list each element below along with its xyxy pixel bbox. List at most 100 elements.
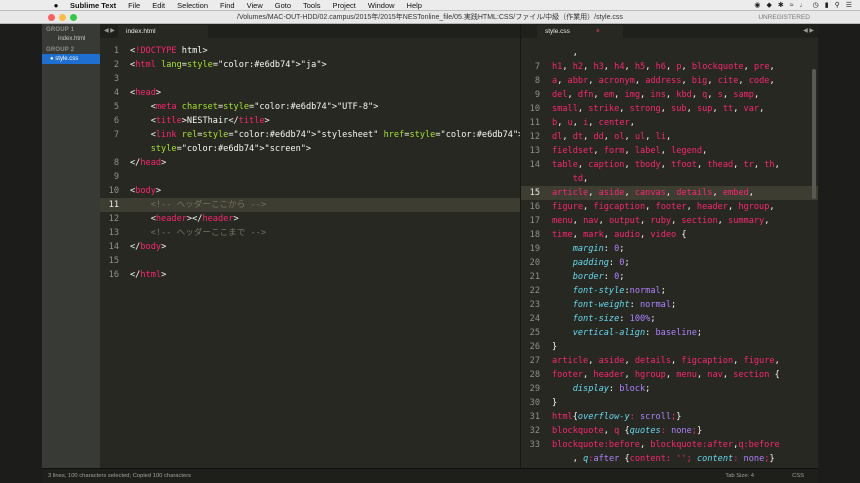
menu-find[interactable]: Find	[214, 0, 241, 11]
line-text: figure, figcaption, footer, header, hgro…	[552, 202, 775, 212]
line-text: font-style:normal;	[572, 286, 666, 296]
code-line[interactable]: 17 menu, nav, output, ruby, section, summ…	[521, 214, 818, 228]
code-line[interactable]: 4 <head>	[100, 86, 520, 100]
code-line[interactable]: 21 border: 0;	[521, 270, 818, 284]
code-line[interactable]: 12 dl, dt, dd, ol, ul, li,	[521, 130, 818, 144]
code-line[interactable]: 12 <header></header>	[100, 212, 520, 226]
line-number: 15	[529, 188, 540, 198]
code-line[interactable]: 25 vertical-align: baseline;	[521, 326, 818, 340]
code-line[interactable]: 3	[100, 72, 520, 86]
code-line[interactable]: 7 h1, h2, h3, h4, h5, h6, p, blockquote, …	[521, 60, 818, 74]
apple-icon[interactable]: ●	[48, 0, 64, 11]
code-line[interactable]: td,	[521, 172, 818, 186]
line-text: font-size: 100%;	[572, 314, 656, 324]
code-line[interactable]: 16 </html>	[100, 268, 520, 282]
line-number: 18	[529, 230, 540, 240]
close-tab-icon[interactable]: ×	[596, 28, 600, 35]
line-text: table, caption, tbody, tfoot, thead, tr,…	[552, 160, 780, 170]
unregistered-label: UNREGISTERED	[758, 14, 810, 21]
code-line[interactable]: 6 <title>NESThair</title>	[100, 114, 520, 128]
search-icon[interactable]: ⚲	[835, 0, 840, 11]
scrollbar[interactable]	[812, 69, 816, 199]
menu-help[interactable]: Help	[401, 0, 428, 11]
code-line[interactable]: 1 <!DOCTYPE html>	[100, 44, 520, 58]
code-line[interactable]: 33 blockquote:before, blockquote:after,q:…	[521, 438, 818, 452]
line-number: 10	[108, 186, 119, 196]
clock-icon[interactable]: ◷	[813, 0, 819, 11]
syntax-selector[interactable]: CSS	[792, 469, 804, 483]
code-line[interactable]: 31 html{overflow-y: scroll;}	[521, 410, 818, 424]
line-text: <title>NESThair</title>	[130, 116, 270, 126]
code-line[interactable]: 29 display: block;	[521, 382, 818, 396]
menu-view[interactable]: View	[241, 0, 269, 11]
menu-tools[interactable]: Tools	[297, 0, 327, 11]
code-line[interactable]: 5 <meta charset=style="color:#e6db74">"U…	[100, 100, 520, 114]
menu-selection[interactable]: Selection	[171, 0, 214, 11]
code-line[interactable]: , q:after {content: ''; content: none;}	[521, 452, 818, 466]
code-line[interactable]: 11 <!-- ヘッダーここから -->	[100, 198, 520, 212]
line-number: 19	[529, 244, 540, 254]
tab-nav-arrows[interactable]: ◀ ▶	[104, 27, 115, 34]
line-text: , q:after {content: ''; content: none;}	[572, 454, 775, 464]
code-line[interactable]: 14 </body>	[100, 240, 520, 254]
tab-size-selector[interactable]: Tab Size: 4	[725, 469, 754, 483]
code-line[interactable]: 9	[100, 170, 520, 184]
dropbox-icon[interactable]: ◆	[767, 0, 772, 11]
code-line[interactable]: 14 table, caption, tbody, tfoot, thead, t…	[521, 158, 818, 172]
sidebar-file-style[interactable]: ● style.css	[42, 54, 100, 64]
code-line[interactable]: 22 font-style:normal;	[521, 284, 818, 298]
code-area-html[interactable]: 1 <!DOCTYPE html> 2 <html lang=style="color…	[100, 44, 520, 282]
code-line[interactable]: 30}	[521, 396, 818, 410]
sidebar-file-index[interactable]: index.html	[42, 34, 100, 44]
line-text: td,	[552, 174, 589, 184]
volume-icon[interactable]: ♩	[800, 0, 807, 11]
code-line[interactable]: 16 figure, figcaption, footer, header, hg…	[521, 200, 818, 214]
wifi-icon[interactable]: ≈	[790, 0, 794, 11]
code-line[interactable]: 7 <link rel=style="color:#e6db74">"style…	[100, 128, 520, 142]
line-text: style="color:#e6db74">"screen">	[150, 144, 312, 154]
code-line[interactable]: 28 footer, header, hgroup, menu, nav, sec…	[521, 368, 818, 382]
line-number: 15	[108, 256, 119, 266]
editor-pane-css[interactable]: style.css × ◀ ▶ , 7 h1, h2, h3, h4, h5, h6…	[520, 24, 818, 468]
line-number: 12	[108, 214, 119, 224]
menu-app[interactable]: Sublime Text	[64, 0, 122, 11]
code-line[interactable]: 15	[100, 254, 520, 268]
bluetooth-icon[interactable]: ✱	[778, 0, 784, 11]
editor-pane-html[interactable]: ◀ ▶ index.html 1 <!DOCTYPE html> 2 <html la…	[100, 24, 520, 468]
line-number: 8	[113, 158, 119, 168]
line-text: font-weight: normal;	[572, 300, 677, 310]
menu-project[interactable]: Project	[327, 0, 362, 11]
code-line[interactable]: 9 del, dfn, em, img, ins, kbd, q, s, samp…	[521, 88, 818, 102]
code-line[interactable]: 2 <html lang=style="color:#e6db74">"ja">	[100, 58, 520, 72]
code-line[interactable]: 18 time, mark, audio, video {	[521, 228, 818, 242]
code-line[interactable]: style="color:#e6db74">"screen">	[100, 142, 520, 156]
menu-edit[interactable]: Edit	[146, 0, 171, 11]
code-line[interactable]: ,	[521, 46, 818, 60]
code-line[interactable]: 24 font-size: 100%;	[521, 312, 818, 326]
code-line[interactable]: 13 <!-- ヘッダーここまで -->	[100, 226, 520, 240]
menu-goto[interactable]: Goto	[269, 0, 297, 11]
list-icon[interactable]: ☰	[846, 0, 852, 11]
menu-file[interactable]: File	[122, 0, 146, 11]
tab-nav-arrows-2[interactable]: ◀ ▶	[803, 27, 814, 34]
tab-style-css[interactable]: style.css ×	[537, 25, 623, 38]
code-line[interactable]: 8 a, abbr, acronym, address, big, cite, c…	[521, 74, 818, 88]
line-number: 27	[529, 356, 540, 366]
menu-window[interactable]: Window	[362, 0, 401, 11]
code-line[interactable]: 13 fieldset, form, label, legend,	[521, 144, 818, 158]
code-line[interactable]: 32 blockquote, q {quotes: none;}	[521, 424, 818, 438]
code-line[interactable]: 26}	[521, 340, 818, 354]
code-line[interactable]: 10 small, strike, strong, sub, sup, tt, v…	[521, 102, 818, 116]
code-line[interactable]: 11 b, u, i, center,	[521, 116, 818, 130]
evernote-icon[interactable]: ◉	[754, 0, 760, 11]
code-line[interactable]: 27 article, aside, details, figcaption, f…	[521, 354, 818, 368]
code-line[interactable]: 19 margin: 0;	[521, 242, 818, 256]
tab-index-html[interactable]: index.html	[118, 25, 208, 38]
code-line[interactable]: 10 <body>	[100, 184, 520, 198]
battery-icon[interactable]: ▮	[825, 0, 829, 11]
code-line[interactable]: 20 padding: 0;	[521, 256, 818, 270]
code-area-css[interactable]: , 7 h1, h2, h3, h4, h5, h6, p, blockquote,…	[521, 46, 818, 466]
code-line[interactable]: 15 article, aside, canvas, details, embed…	[521, 186, 818, 200]
code-line[interactable]: 8 </head>	[100, 156, 520, 170]
code-line[interactable]: 23 font-weight: normal;	[521, 298, 818, 312]
